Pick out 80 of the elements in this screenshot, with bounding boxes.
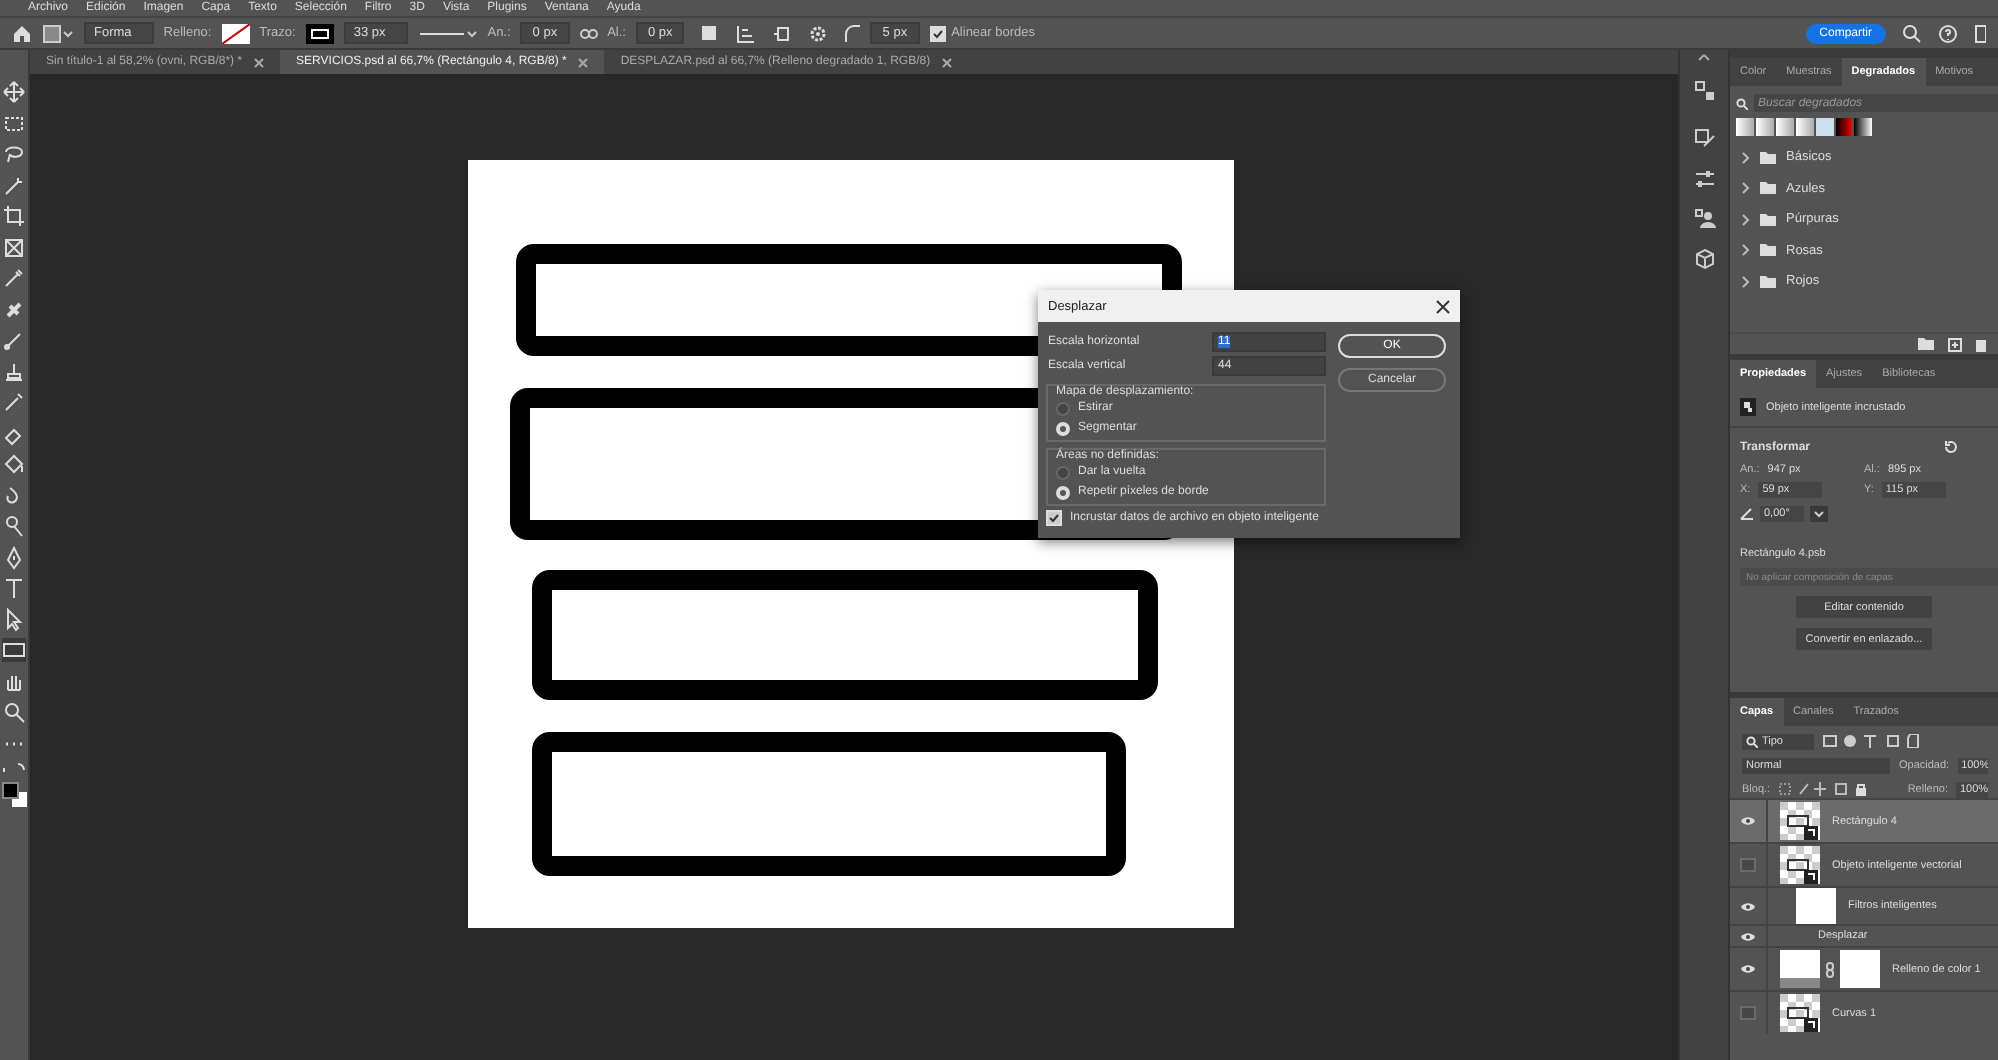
arrange-icon[interactable] xyxy=(772,23,793,43)
chevron-icon[interactable] xyxy=(1742,151,1750,164)
help-icon[interactable] xyxy=(1938,23,1958,43)
trash-icon[interactable] xyxy=(1976,337,1986,351)
bandage-icon[interactable] xyxy=(2,297,26,321)
person-icon[interactable] xyxy=(1693,208,1715,230)
link-icon[interactable] xyxy=(1826,961,1834,977)
caret-icon[interactable] xyxy=(1810,506,1828,522)
smart-object-icon xyxy=(1740,398,1756,416)
cube-icon[interactable] xyxy=(1693,248,1715,270)
gradient-presets-drawing[interactable] xyxy=(1736,118,1872,136)
sliders-icon[interactable] xyxy=(1693,168,1715,190)
folder-icon xyxy=(1760,244,1776,257)
history-icon[interactable] xyxy=(1693,80,1715,102)
eye-icon[interactable] xyxy=(1740,931,1756,941)
rectangle-icon[interactable] xyxy=(2,638,26,662)
line-style-dropdown-icon[interactable] xyxy=(417,25,478,41)
lock-icons-drawing[interactable] xyxy=(1778,782,1871,796)
chevron-icon[interactable] xyxy=(1742,275,1750,288)
checkbox[interactable] xyxy=(929,25,946,41)
type-icon[interactable] xyxy=(2,576,26,600)
dodge-icon[interactable] xyxy=(2,514,26,538)
wand-icon[interactable] xyxy=(2,173,26,197)
brush-settings-icon[interactable] xyxy=(1693,128,1715,150)
swap-colors-icon[interactable] xyxy=(2,762,26,774)
corner-radius-icon xyxy=(844,23,861,43)
pointer-icon[interactable] xyxy=(2,607,26,631)
checkbox[interactable] xyxy=(1046,510,1062,526)
layer-filter-icons-drawing[interactable] xyxy=(1822,734,1922,748)
radio-button[interactable] xyxy=(1056,401,1070,415)
folder-icon[interactable] xyxy=(1918,338,1934,350)
pen-icon[interactable] xyxy=(2,545,26,569)
radio-button[interactable] xyxy=(1056,465,1070,479)
crop-icon[interactable] xyxy=(2,204,26,228)
folder-icon xyxy=(1760,182,1776,195)
mask-thumbnail xyxy=(1840,950,1880,988)
align-icon[interactable] xyxy=(736,23,757,43)
move-icon[interactable] xyxy=(2,80,26,104)
angle-icon xyxy=(1740,508,1754,520)
fill-thumbnail xyxy=(1780,950,1820,988)
collapse-icon[interactable] xyxy=(1698,54,1710,62)
folder-icon xyxy=(1760,151,1776,164)
search-icon xyxy=(1746,735,1758,747)
bucket-icon[interactable] xyxy=(2,452,26,476)
smart-object-thumbnail xyxy=(1780,802,1820,840)
visibility-toggle[interactable] xyxy=(1740,858,1756,872)
search-icon[interactable] xyxy=(2,700,26,724)
eye-icon[interactable] xyxy=(1740,964,1756,974)
chevron-icon[interactable] xyxy=(1742,244,1750,257)
search-icon xyxy=(1736,97,1748,109)
home-icon[interactable] xyxy=(12,23,32,43)
visibility-toggle[interactable] xyxy=(1740,1006,1756,1020)
brush-icon[interactable] xyxy=(2,328,26,352)
no-fill-swatch-icon[interactable] xyxy=(221,23,250,43)
close-icon[interactable] xyxy=(1436,299,1450,313)
smart-object-thumbnail xyxy=(1780,994,1820,1032)
chevron-icon[interactable] xyxy=(1742,182,1750,195)
eye-icon[interactable] xyxy=(1740,816,1756,826)
color-swatches-icon[interactable] xyxy=(1,781,27,807)
stamp-icon[interactable] xyxy=(2,359,26,383)
folder-icon xyxy=(1760,213,1776,226)
add-icon[interactable] xyxy=(1948,337,1962,351)
stroke-swatch-icon[interactable] xyxy=(305,23,334,43)
lasso-icon[interactable] xyxy=(2,142,26,166)
path-operations-icon[interactable] xyxy=(700,23,721,43)
eyedropper-icon[interactable] xyxy=(2,266,26,290)
search-icon[interactable] xyxy=(1902,23,1922,43)
chevron-icon[interactable] xyxy=(1742,213,1750,226)
link-icon[interactable] xyxy=(579,27,598,39)
frame-icon[interactable] xyxy=(2,235,26,259)
smart-object-thumbnail xyxy=(1780,846,1820,884)
reset-icon[interactable] xyxy=(1944,440,1958,454)
eye-icon[interactable] xyxy=(1740,901,1756,911)
history-brush-icon[interactable] xyxy=(2,390,26,414)
marquee-icon[interactable] xyxy=(2,111,26,135)
shape-tool-icon[interactable] xyxy=(42,23,74,43)
panel-icon[interactable] xyxy=(1974,23,1986,43)
folder-icon xyxy=(1760,275,1776,288)
filter-mask-thumbnail xyxy=(1796,887,1836,925)
settings-icon[interactable] xyxy=(808,23,829,43)
